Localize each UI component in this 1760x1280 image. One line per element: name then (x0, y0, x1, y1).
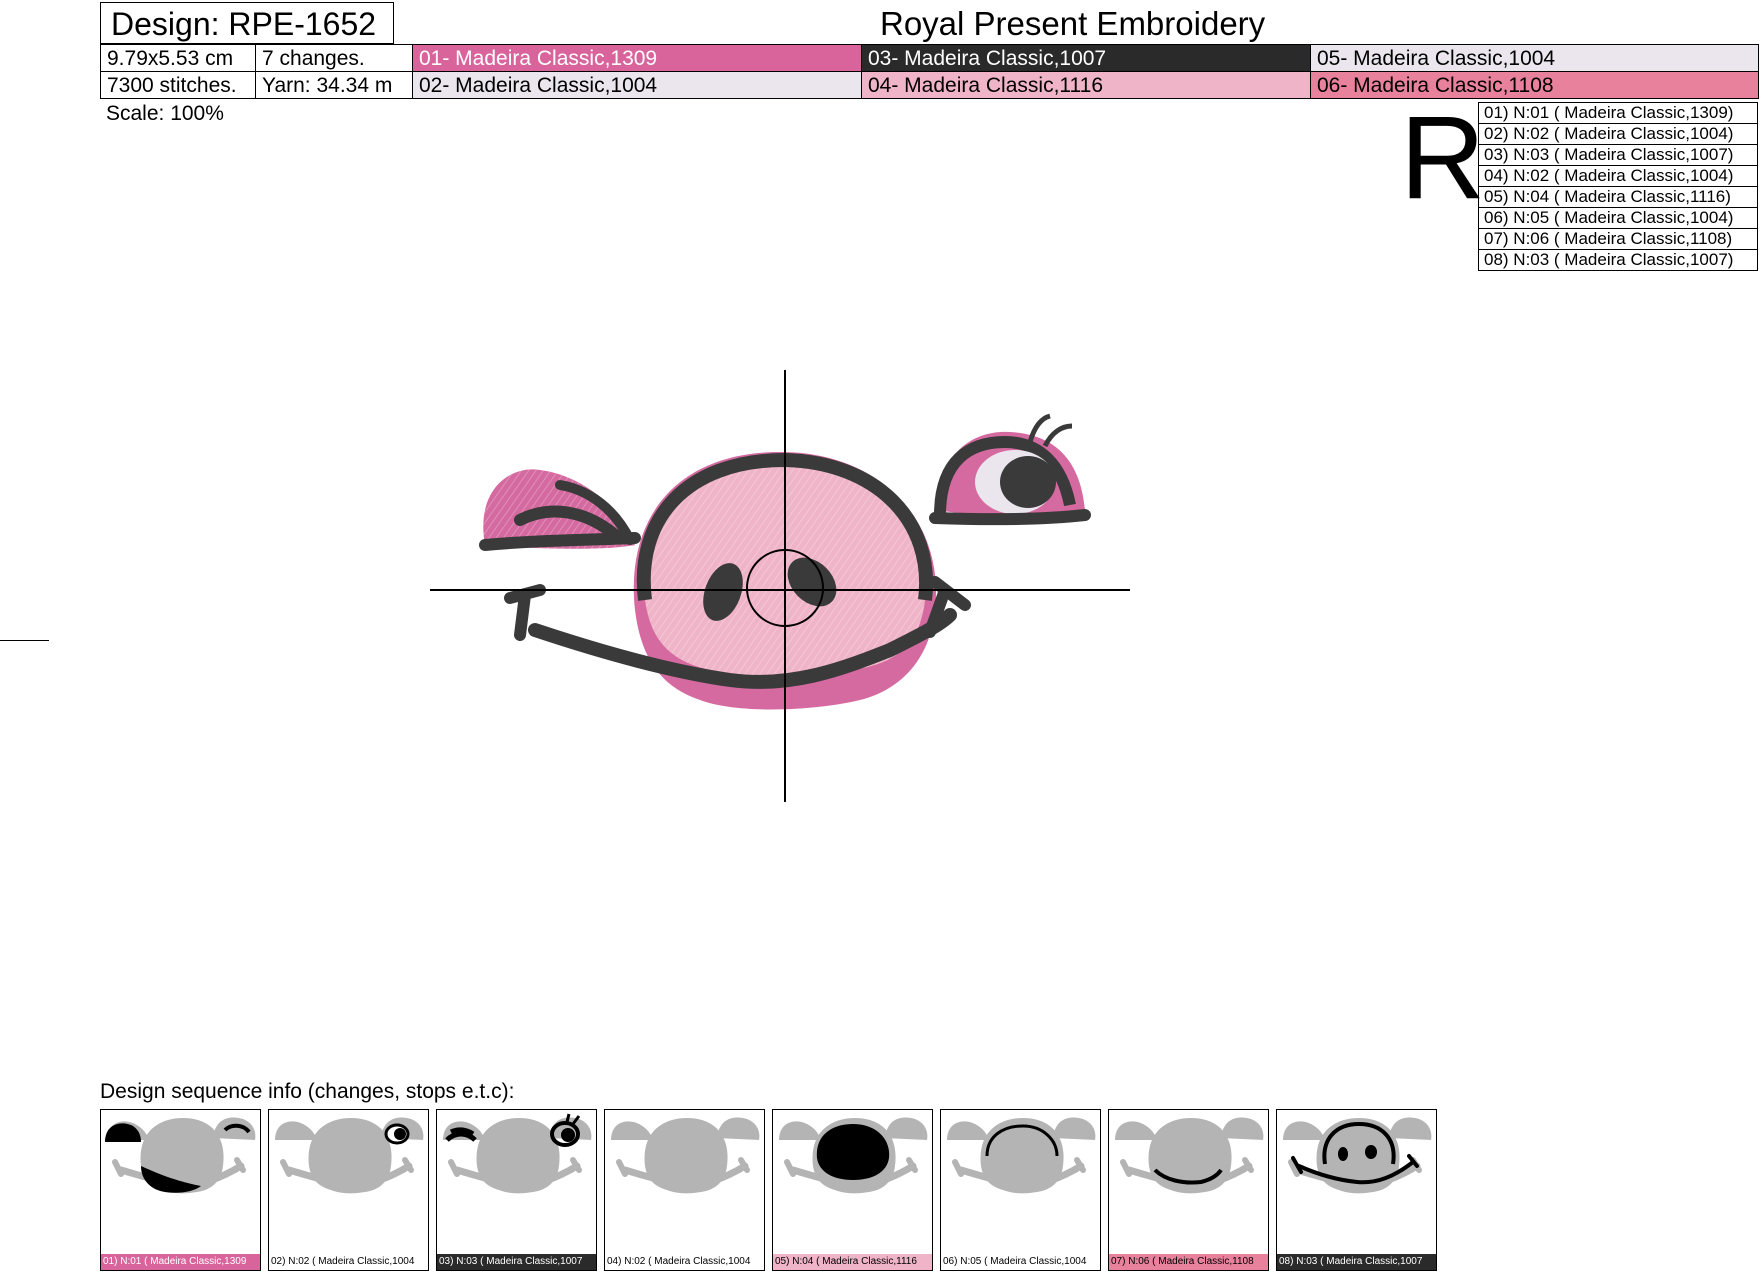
color-swatch-03: 03- Madeira Classic,1007 (861, 44, 1311, 72)
thumbnail-preview (1283, 1117, 1432, 1194)
sequence-item: 08) N:03 ( Madeira Classic,1007) (1478, 250, 1758, 271)
sequence-list: 01) N:01 ( Madeira Classic,1309) 02) N:0… (1478, 102, 1758, 271)
thumbnail-preview (105, 1117, 256, 1194)
sequence-thumbnail: 05) N:04 ( Madeira Classic,1116 (772, 1109, 933, 1271)
brand-letter: R (1400, 92, 1486, 224)
sequence-item: 06) N:05 ( Madeira Classic,1004) (1478, 208, 1758, 229)
embroidery-design-preview (430, 370, 1130, 802)
sequence-thumbnail: 08) N:03 ( Madeira Classic,1007 (1276, 1109, 1437, 1271)
thumbnail-label: 08) N:03 ( Madeira Classic,1007 (1277, 1254, 1436, 1270)
sequence-item: 07) N:06 ( Madeira Classic,1108) (1478, 229, 1758, 250)
thumbnail-label: 03) N:03 ( Madeira Classic,1007 (437, 1254, 596, 1270)
thumbnail-preview (1115, 1117, 1264, 1194)
thumbnail-preview (947, 1117, 1096, 1194)
left-ear-icon (479, 469, 641, 551)
sequence-thumbnail: 07) N:06 ( Madeira Classic,1108 (1108, 1109, 1269, 1271)
color-changes: 7 changes. (255, 44, 413, 72)
yarn-length: Yarn: 34.34 m (255, 71, 413, 99)
thumbnail-preview (779, 1117, 928, 1194)
design-size: 9.79x5.53 cm (100, 44, 256, 72)
company-name: Royal Present Embroidery (880, 5, 1266, 42)
sequence-thumbnail: 06) N:05 ( Madeira Classic,1004 (940, 1109, 1101, 1271)
sequence-thumbnail: 03) N:03 ( Madeira Classic,1007 (436, 1109, 597, 1271)
thumbnail-label: 01) N:01 ( Madeira Classic,1309 (101, 1254, 260, 1270)
sequence-thumbnail: 04) N:02 ( Madeira Classic,1004 (604, 1109, 765, 1271)
color-swatch-05: 05- Madeira Classic,1004 (1310, 44, 1759, 72)
sequence-item: 03) N:03 ( Madeira Classic,1007) (1478, 145, 1758, 166)
scale-label: Scale: 100% (106, 102, 224, 125)
color-swatch-04: 04- Madeira Classic,1116 (861, 71, 1311, 99)
sequence-thumbnail: 01) N:01 ( Madeira Classic,1309 (100, 1109, 261, 1271)
stitch-count: 7300 stitches. (100, 71, 256, 99)
thumbnail-label: 02) N:02 ( Madeira Classic,1004 (269, 1254, 428, 1270)
thumbnail-preview (611, 1117, 760, 1194)
sequence-item: 02) N:02 ( Madeira Classic,1004) (1478, 124, 1758, 145)
sequence-info-title: Design sequence info (changes, stops e.t… (100, 1080, 515, 1103)
sequence-thumbnails: 01) N:01 ( Madeira Classic,1309 02) N:02… (100, 1109, 1440, 1271)
sequence-thumbnail: 02) N:02 ( Madeira Classic,1004 (268, 1109, 429, 1271)
sequence-item: 05) N:04 ( Madeira Classic,1116) (1478, 187, 1758, 208)
thumbnail-preview (275, 1117, 424, 1194)
thumbnail-label: 04) N:02 ( Madeira Classic,1004 (605, 1254, 764, 1270)
design-title: Design: RPE-1652 (100, 2, 394, 44)
thumbnail-label: 07) N:06 ( Madeira Classic,1108 (1109, 1254, 1268, 1270)
margin-tick (0, 640, 49, 641)
info-table: 9.79x5.53 cm 7 changes. 01- Madeira Clas… (100, 44, 1759, 99)
right-ear-icon (929, 413, 1091, 526)
thumbnail-preview (443, 1113, 592, 1194)
sequence-item: 04) N:02 ( Madeira Classic,1004) (1478, 166, 1758, 187)
thumbnail-label: 05) N:04 ( Madeira Classic,1116 (773, 1254, 932, 1270)
color-swatch-06: 06- Madeira Classic,1108 (1310, 71, 1759, 99)
color-swatch-01: 01- Madeira Classic,1309 (412, 44, 862, 72)
sequence-item: 01) N:01 ( Madeira Classic,1309) (1478, 102, 1758, 124)
thumbnail-label: 06) N:05 ( Madeira Classic,1004 (941, 1254, 1100, 1270)
color-swatch-02: 02- Madeira Classic,1004 (412, 71, 862, 99)
